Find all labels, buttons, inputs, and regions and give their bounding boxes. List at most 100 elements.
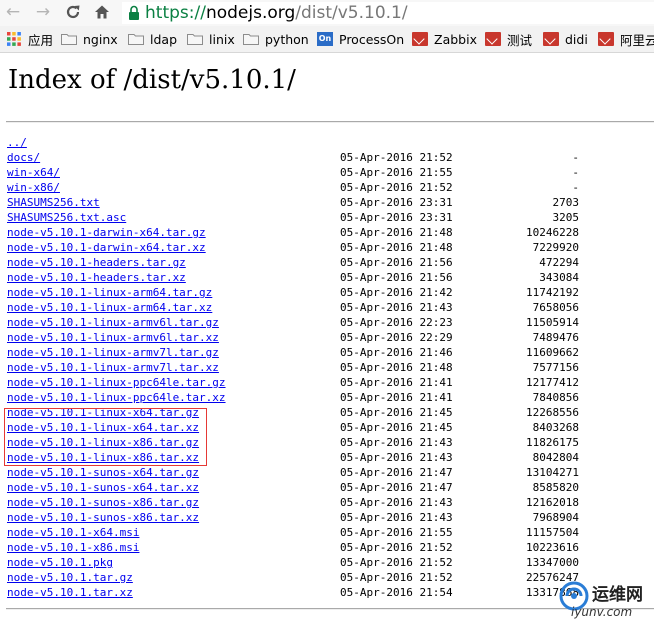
page-title: Index of /dist/v5.10.1/ — [8, 65, 296, 95]
bookmarks-bar: 应用 nginx ldap linix python On ProcessOn … — [0, 26, 654, 53]
file-size: 13104271 — [526, 466, 579, 479]
file-size: 343084 — [539, 271, 579, 284]
file-link[interactable]: node-v5.10.1-x64.msi — [7, 525, 139, 540]
file-link[interactable]: node-v5.10.1.tar.gz — [7, 570, 133, 585]
listing-row: node-v5.10.1-linux-ppc64le.tar.gz 05-Apr-… — [0, 375, 654, 390]
listing-row: win-x86/05-Apr-2016 21:52 - — [0, 180, 654, 195]
bookmark-apps[interactable]: 应用 — [6, 26, 53, 52]
bookmark-label: didi — [565, 31, 588, 47]
file-link[interactable]: win-x86/ — [7, 180, 60, 195]
url-scheme: https:// — [145, 3, 206, 23]
url-text[interactable]: https://nodejs.org/dist/v5.10.1/ — [145, 3, 408, 23]
listing-row: node-v5.10.1-linux-arm64.tar.gz 05-Apr-20… — [0, 285, 654, 300]
forward-arrow-icon[interactable]: → — [33, 2, 53, 22]
file-link[interactable]: node-v5.10.1-x86.msi — [7, 540, 139, 555]
file-link[interactable]: node-v5.10.1-sunos-x86.tar.gz — [7, 495, 199, 510]
folder-icon — [243, 34, 259, 45]
file-link[interactable]: node-v5.10.1-darwin-x64.tar.gz — [7, 225, 206, 240]
file-link[interactable]: SHASUMS256.txt — [7, 195, 100, 210]
file-size: 472294 — [539, 256, 579, 269]
bookmark-python[interactable]: python — [243, 26, 309, 52]
bookmark-label: ProcessOn — [339, 31, 405, 47]
file-link[interactable]: node-v5.10.1.tar.xz — [7, 585, 133, 600]
reload-icon[interactable] — [63, 2, 83, 22]
file-date: 05-Apr-2016 21:45 — [340, 406, 453, 419]
file-size: 11157504 — [526, 526, 579, 539]
bookmark-processon[interactable]: On ProcessOn — [317, 26, 404, 52]
file-link[interactable]: node-v5.10.1-linux-armv6l.tar.xz — [7, 330, 219, 345]
file-link[interactable]: node-v5.10.1-linux-armv7l.tar.xz — [7, 360, 219, 375]
bookmark-nginx[interactable]: nginx — [61, 26, 118, 52]
file-link[interactable]: node-v5.10.1-linux-ppc64le.tar.xz — [7, 390, 226, 405]
bookmark-label: linix — [209, 31, 235, 47]
highlight-box — [4, 408, 207, 466]
bookmark-label: nginx — [83, 31, 118, 47]
file-size: 7229920 — [532, 241, 579, 254]
file-date: 05-Apr-2016 21:42 — [340, 286, 453, 299]
address-bar[interactable]: https://nodejs.org/dist/v5.10.1/ — [122, 2, 654, 24]
file-size: 10246228 — [526, 226, 579, 239]
watermark-en-text: iyunv.com — [571, 605, 633, 619]
bookmark-linix[interactable]: linix — [187, 26, 235, 52]
listing-row: node-v5.10.1.tar.gz 05-Apr-2016 21:52 2257… — [0, 570, 654, 585]
file-link[interactable]: node-v5.10.1-linux-arm64.tar.xz — [7, 300, 212, 315]
bookmark-label: 应用 — [28, 32, 54, 48]
file-link[interactable]: SHASUMS256.txt.asc — [7, 210, 126, 225]
file-link[interactable]: node-v5.10.1-darwin-x64.tar.xz — [7, 240, 206, 255]
file-size: 7658056 — [532, 301, 579, 314]
bookmark-zabbix[interactable]: Zabbix — [412, 26, 477, 52]
file-link[interactable]: node-v5.10.1-headers.tar.xz — [7, 270, 186, 285]
file-date: 05-Apr-2016 23:31 — [340, 211, 453, 224]
file-date: 05-Apr-2016 21:54 — [340, 586, 453, 599]
back-arrow-icon[interactable]: ← — [3, 2, 23, 22]
bookmark-page-icon — [485, 32, 501, 46]
browser-toolbar: ← → https://nodejs.org/dist/v5.10.1/ — [0, 0, 654, 26]
listing-row: node-v5.10.1.pkg 05-Apr-2016 21:52 1334700… — [0, 555, 654, 570]
file-link[interactable]: node-v5.10.1.pkg — [7, 555, 113, 570]
file-link[interactable]: node-v5.10.1-linux-arm64.tar.gz — [7, 285, 212, 300]
file-date: 05-Apr-2016 21:52 — [340, 151, 453, 164]
file-size: 2703 — [552, 196, 580, 209]
file-date: 05-Apr-2016 21:52 — [340, 556, 453, 569]
processon-icon: On — [317, 32, 333, 46]
home-icon[interactable] — [92, 2, 112, 22]
watermark-cn-text: 运维网 — [592, 585, 643, 605]
file-link[interactable]: node-v5.10.1-headers.tar.gz — [7, 255, 186, 270]
bookmark-didi[interactable]: didi — [543, 26, 588, 52]
file-size: - — [572, 166, 579, 179]
listing-row: node-v5.10.1-sunos-x64.tar.xz 05-Apr-2016… — [0, 480, 654, 495]
file-date: 05-Apr-2016 21:47 — [340, 466, 453, 479]
file-link[interactable]: node-v5.10.1-linux-armv7l.tar.gz — [7, 345, 219, 360]
bookmark-aliyun[interactable]: 阿里云 — [598, 26, 654, 52]
folder-icon — [61, 34, 77, 45]
file-date: 05-Apr-2016 21:48 — [340, 241, 453, 254]
listing-row: SHASUMS256.txt.asc 05-Apr-2016 23:31 3205 — [0, 210, 654, 225]
file-link[interactable]: docs/ — [7, 150, 40, 165]
file-link[interactable]: node-v5.10.1-sunos-x64.tar.gz — [7, 465, 199, 480]
listing-row: win-x64/05-Apr-2016 21:55 - — [0, 165, 654, 180]
file-date: 05-Apr-2016 21:56 — [340, 271, 453, 284]
watermark: 运维网 iyunv.com — [559, 578, 654, 623]
file-link[interactable]: node-v5.10.1-sunos-x86.tar.xz — [7, 510, 199, 525]
file-date: 05-Apr-2016 21:55 — [340, 166, 453, 179]
listing-row: node-v5.10.1-sunos-x86.tar.xz 05-Apr-2016… — [0, 510, 654, 525]
bookmark-label: Zabbix — [434, 31, 477, 47]
file-size: 7968904 — [532, 511, 579, 524]
bookmark-label: 阿里云 — [620, 32, 654, 48]
file-size: 11609662 — [526, 346, 579, 359]
bookmark-test[interactable]: 测试 — [485, 26, 532, 52]
file-link[interactable]: win-x64/ — [7, 165, 60, 180]
file-date: 05-Apr-2016 21:48 — [340, 226, 453, 239]
file-link[interactable]: node-v5.10.1-sunos-x64.tar.xz — [7, 480, 199, 495]
file-date: 05-Apr-2016 21:43 — [340, 511, 453, 524]
bookmark-ldap[interactable]: ldap — [128, 26, 177, 52]
url-host: nodejs.org — [205, 3, 296, 23]
listing-row: node-v5.10.1-darwin-x64.tar.xz 05-Apr-201… — [0, 240, 654, 255]
listing-row: node-v5.10.1-sunos-x64.tar.gz 05-Apr-2016… — [0, 465, 654, 480]
file-link[interactable]: node-v5.10.1-linux-ppc64le.tar.gz — [7, 375, 226, 390]
file-size: 12268556 — [526, 406, 579, 419]
file-link[interactable]: node-v5.10.1-linux-armv6l.tar.gz — [7, 315, 219, 330]
listing-row: node-v5.10.1-sunos-x86.tar.gz 05-Apr-2016… — [0, 495, 654, 510]
listing-row: node-v5.10.1-linux-armv6l.tar.gz 05-Apr-2… — [0, 315, 654, 330]
parent-directory-link[interactable]: ../ — [7, 135, 27, 150]
